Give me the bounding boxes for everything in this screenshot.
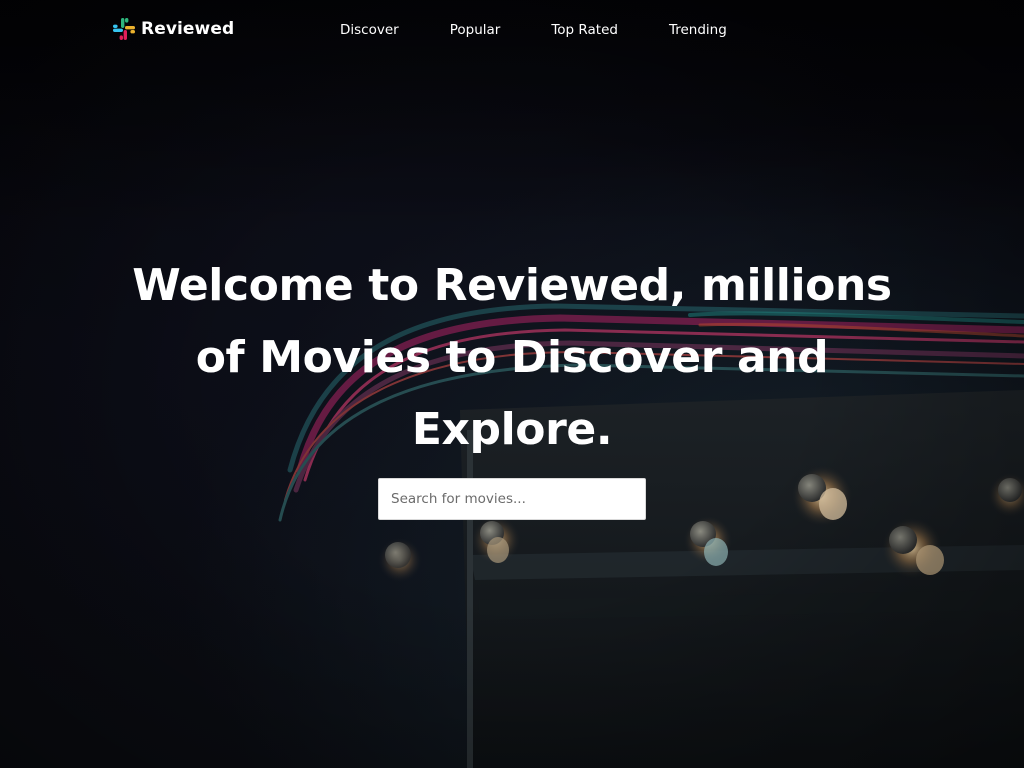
navbar: Reviewed Discover Popular Top Rated Tren… <box>0 0 1024 56</box>
nav-link-trending[interactable]: Trending <box>669 22 727 38</box>
brand-link[interactable]: Reviewed <box>112 16 234 42</box>
hero-title: Welcome to Reviewed, millions of Movies … <box>132 260 892 455</box>
brand-name: Reviewed <box>141 19 235 39</box>
nav-link-popular[interactable]: Popular <box>450 22 501 38</box>
nav-link-top-rated[interactable]: Top Rated <box>551 22 618 38</box>
search-bar <box>378 478 646 520</box>
hash-logo-icon <box>113 18 135 40</box>
nav-link-discover[interactable]: Discover <box>340 22 399 38</box>
search-input[interactable] <box>378 478 646 520</box>
hero-section: Welcome to Reviewed, millions of Movies … <box>0 250 1024 466</box>
